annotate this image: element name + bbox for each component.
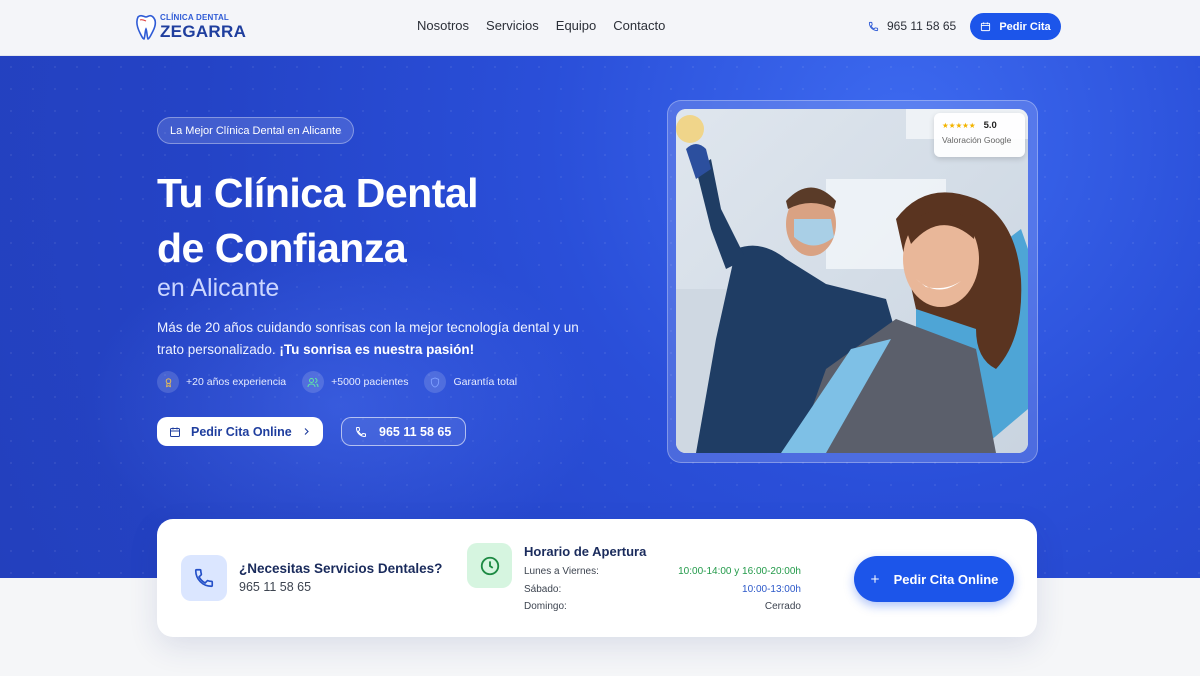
users-icon xyxy=(302,371,325,393)
hero-lead-strong: ¡Tu sonrisa es nuestra pasión! xyxy=(279,342,475,357)
dental-services-phone[interactable]: 965 11 58 65 xyxy=(239,580,311,594)
feature-experience: +20 años experiencia xyxy=(157,371,286,393)
nav-link-equipo[interactable]: Equipo xyxy=(556,18,596,33)
hero-photo-dentist-patient xyxy=(676,109,1028,453)
hours-row-sunday: Domingo: Cerrado xyxy=(524,601,801,619)
hero-features: +20 años experiencia +5000 pacientes Gar… xyxy=(157,371,533,393)
hero-title-line1: Tu Clínica Dental xyxy=(157,170,479,216)
opening-hours-list: Lunes a Viernes: 10:00-14:00 y 16:00-20:… xyxy=(524,566,801,619)
hero-subtitle: en Alicante xyxy=(157,274,280,302)
nav-link-contacto[interactable]: Contacto xyxy=(613,18,665,33)
hero-lead: Más de 20 años cuidando sonrisas con la … xyxy=(157,317,587,361)
calendar-icon xyxy=(981,22,991,32)
nav-link-servicios[interactable]: Servicios xyxy=(486,18,539,33)
hero-call-button[interactable]: 965 11 58 65 xyxy=(341,417,466,446)
feature-experience-label: +20 años experiencia xyxy=(186,376,287,388)
main-nav: Nosotros Servicios Equipo Contacto xyxy=(417,18,665,33)
plus-icon xyxy=(870,575,879,583)
hero-section: La Mejor Clínica Dental en Alicante Tu C… xyxy=(0,56,1200,578)
star-rating-icon: ★★★★★ xyxy=(942,121,976,130)
phone-icon xyxy=(181,555,227,601)
tooth-logo-icon xyxy=(136,14,157,40)
header-phone-link[interactable]: 965 11 58 65 xyxy=(868,19,956,33)
rating-label: Valoración Google xyxy=(942,135,1012,145)
feature-patients-label: +5000 pacientes xyxy=(331,376,409,388)
hours-row-saturday: Sábado: 10:00-13:00h xyxy=(524,584,801,602)
feature-guarantee-label: Garantía total xyxy=(453,376,518,388)
site-header: CLÍNICA DENTAL ZEGARRA Nosotros Servicio… xyxy=(0,0,1200,56)
header-appointment-button[interactable]: Pedir Cita xyxy=(970,13,1061,40)
shield-icon xyxy=(424,371,447,393)
phone-icon xyxy=(868,21,879,31)
nav-link-nosotros[interactable]: Nosotros xyxy=(417,18,469,33)
rating-score: 5.0 xyxy=(983,120,997,131)
hero-title: Tu Clínica Dental de Confianza xyxy=(157,166,577,276)
clinic-logo[interactable]: CLÍNICA DENTAL ZEGARRA xyxy=(134,12,246,42)
hours-day: Domingo: xyxy=(524,601,567,612)
opening-hours-title: Horario de Apertura xyxy=(524,544,647,559)
hours-row-weekdays: Lunes a Viernes: 10:00-14:00 y 16:00-20:… xyxy=(524,566,801,584)
info-appointment-label: Pedir Cita Online xyxy=(893,571,999,587)
header-appointment-label: Pedir Cita xyxy=(999,20,1051,33)
hero-badge: La Mejor Clínica Dental en Alicante xyxy=(157,117,355,144)
logo-small-text: CLÍNICA DENTAL xyxy=(160,13,230,22)
hero-call-label: 965 11 58 65 xyxy=(379,424,452,439)
award-icon xyxy=(157,371,179,393)
clock-icon xyxy=(467,543,512,588)
hours-time: 10:00-14:00 y 16:00-20:00h xyxy=(678,566,801,577)
hours-day: Sábado: xyxy=(524,583,562,595)
feature-patients: +5000 pacientes xyxy=(302,371,408,393)
phone-icon xyxy=(355,426,366,437)
hero-title-line2: de Confianza xyxy=(157,225,407,271)
hours-time: 10:00-13:00h xyxy=(742,583,801,595)
dental-clinic-illustration xyxy=(676,109,1028,453)
hours-day: Lunes a Viernes: xyxy=(524,566,599,577)
contact-hours-card: ¿Necesitas Servicios Dentales? 965 11 58… xyxy=(157,519,1037,637)
dental-services-title: ¿Necesitas Servicios Dentales? xyxy=(239,561,443,576)
hero-appointment-button[interactable]: Pedir Cita Online xyxy=(157,417,323,446)
hero-appointment-label: Pedir Cita Online xyxy=(191,424,292,439)
info-appointment-button[interactable]: Pedir Cita Online xyxy=(854,556,1014,602)
feature-guarantee: Garantía total xyxy=(424,371,517,393)
hours-time: Cerrado xyxy=(764,601,801,612)
logo-big-text: ZEGARRA xyxy=(160,22,247,41)
header-phone-text: 965 11 58 65 xyxy=(887,19,957,33)
chevron-right-icon xyxy=(304,428,309,435)
calendar-icon xyxy=(170,427,180,437)
google-rating-card: ★★★★★ 5.0 Valoración Google xyxy=(934,113,1025,157)
